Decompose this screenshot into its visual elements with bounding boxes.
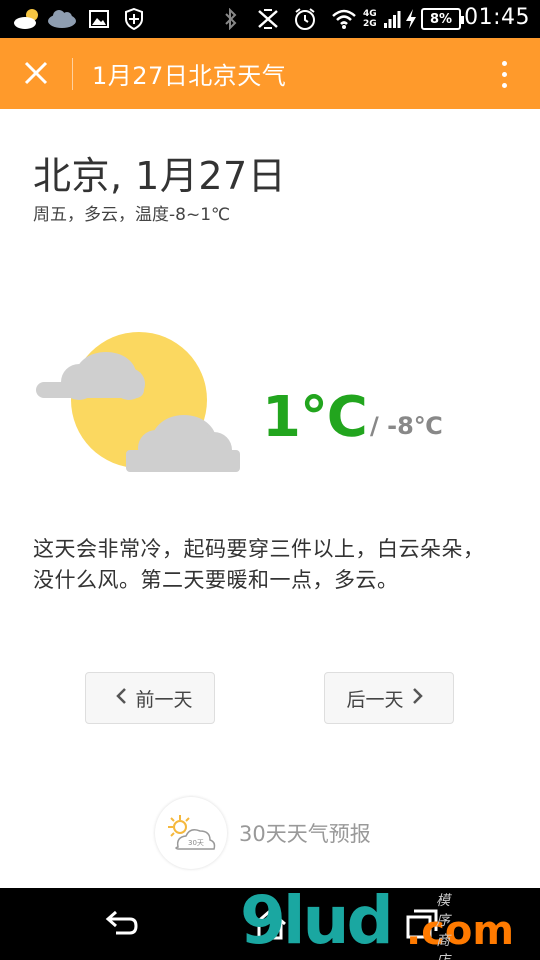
forecast-sun-cloud-icon: 30天 — [155, 797, 227, 869]
close-icon — [24, 61, 48, 85]
cloud-icon — [46, 7, 78, 31]
more-dot-icon — [501, 71, 507, 77]
network-top: 4G — [363, 9, 377, 19]
shield-icon — [122, 7, 146, 31]
chevron-left-icon — [115, 686, 127, 711]
wifi-icon — [330, 7, 358, 31]
forecast-30-day-link[interactable]: 30天 30天天气预报 — [155, 796, 371, 870]
alarm-icon — [292, 7, 318, 31]
more-dot-icon — [501, 82, 507, 88]
mute-icon — [254, 7, 282, 31]
charging-icon — [404, 7, 418, 31]
network-bottom: 2G — [363, 19, 377, 29]
forecast-label: 30天天气预报 — [239, 822, 371, 846]
action-bar-divider — [72, 58, 73, 90]
clock: 01:45 — [464, 5, 530, 30]
weather-cloud-icon — [12, 7, 42, 31]
previous-day-label: 前一天 — [135, 688, 193, 711]
status-bar: 4G 2G 8% 01:45 — [0, 0, 540, 38]
close-button[interactable] — [14, 51, 58, 95]
page-title: 1月27日北京天气 — [92, 62, 287, 90]
previous-day-button[interactable]: 前一天 — [85, 672, 215, 724]
image-icon — [88, 7, 110, 31]
more-dot-icon — [501, 60, 507, 66]
watermark-tagline: 模 序 商 店 — [436, 893, 452, 960]
next-day-button[interactable]: 后一天 — [324, 672, 454, 724]
next-day-label: 后一天 — [346, 688, 404, 711]
back-button[interactable] — [90, 902, 150, 946]
network-type: 4G 2G — [363, 9, 377, 29]
weather-description: 这天会非常冷，起码要穿三件以上，白云朵朵，没什么风。第二天要暖和一点，多云。 — [33, 537, 485, 592]
signal-icon — [382, 7, 402, 31]
back-arrow-icon — [105, 910, 138, 935]
more-options-button[interactable] — [486, 52, 522, 96]
watermark-brand: 9lud — [240, 882, 394, 959]
temperature-low: / -8℃ — [370, 412, 443, 440]
watermark-domain: .com — [406, 908, 515, 954]
battery-indicator: 8% — [421, 8, 464, 30]
bluetooth-icon — [222, 7, 240, 31]
city-date-heading: 北京, 1月27日 — [33, 154, 287, 198]
action-bar: 1月27日北京天气 — [0, 38, 540, 109]
weather-summary: 周五，多云，温度-8~1℃ — [33, 205, 231, 225]
temperature-high: 1℃ — [262, 385, 368, 450]
partly-cloudy-icon — [34, 330, 244, 475]
chevron-right-icon — [412, 686, 424, 711]
svg-text:30天: 30天 — [188, 839, 204, 847]
